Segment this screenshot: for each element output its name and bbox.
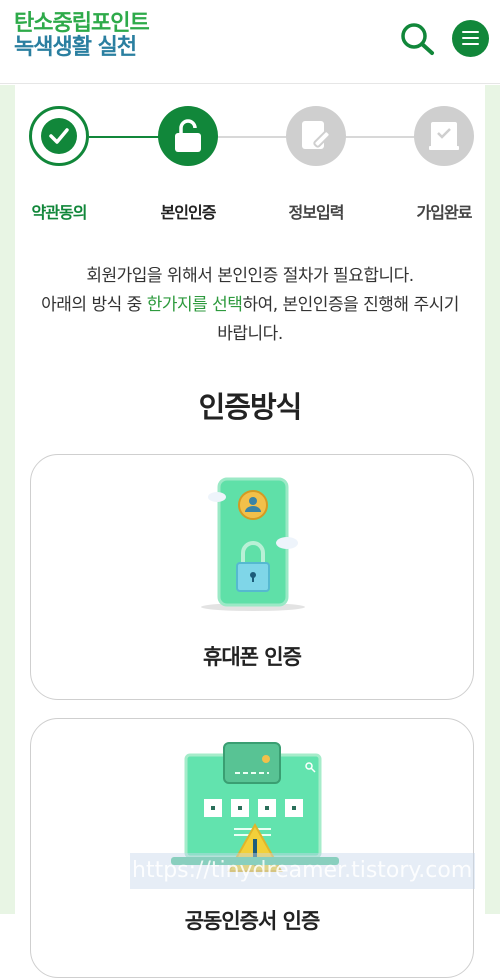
intro-line-1: 회원가입을 위해서 본인인증 절차가 필요합니다. xyxy=(86,266,414,286)
search-icon xyxy=(401,23,434,55)
step-connector xyxy=(217,136,287,138)
section-title: 인증방식 xyxy=(198,390,303,424)
check-icon xyxy=(41,118,77,154)
unlock-icon xyxy=(175,119,201,152)
step-connector xyxy=(89,136,159,138)
intro-line-2-start: 아래의 방식 중 xyxy=(41,295,147,315)
step-4-label: 가입완료 xyxy=(416,203,473,222)
logo-line-1: 탄소중립포인트 xyxy=(14,11,150,36)
phone-verification-title: 휴대폰 인증 xyxy=(203,645,302,669)
step-4-circle xyxy=(414,106,474,166)
watermark: https://tinydreamer.tistory.com xyxy=(130,853,475,889)
step-2-label: 본인인증 xyxy=(160,203,217,222)
hamburger-menu-icon xyxy=(462,43,479,45)
intro-text: 회원가입을 위해서 본인인증 절차가 필요합니다. 아래의 방식 중 한가지를 … xyxy=(20,262,480,349)
document-check-icon xyxy=(429,122,459,150)
step-connector xyxy=(345,136,415,138)
certificate-verification-card[interactable]: 공동인증서 인증 xyxy=(30,718,474,978)
intro-line-2: 아래의 방식 중 한가지를 선택하여, 본인인증을 진행해 주시기 xyxy=(20,291,480,320)
phone-verification-card[interactable]: 휴대폰 인증 xyxy=(30,454,474,700)
step-2-circle xyxy=(158,106,218,166)
intro-highlight: 한가지를 선택 xyxy=(146,295,243,315)
site-logo[interactable]: 탄소중립포인트 녹색생활 실천 xyxy=(14,11,150,60)
step-1-label: 약관동의 xyxy=(31,203,88,222)
step-3-circle xyxy=(286,106,346,166)
step-3-label: 정보입력 xyxy=(288,203,345,222)
intro-line-3: 바랍니다. xyxy=(217,324,283,344)
hamburger-menu-icon xyxy=(462,37,479,39)
logo-line-2: 녹색생활 실천 xyxy=(14,35,137,60)
search-button[interactable] xyxy=(398,20,438,60)
mobile-phone-lock-icon xyxy=(201,477,305,611)
top-header: 탄소중립포인트 녹색생활 실천 xyxy=(0,0,500,84)
step-1-circle xyxy=(29,106,89,166)
certificate-verification-title: 공동인증서 인증 xyxy=(184,909,321,933)
hamburger-menu-icon xyxy=(462,31,479,33)
intro-line-2-end: 하여, 본인인증을 진행해 주시기 xyxy=(242,295,459,315)
edit-icon xyxy=(302,121,331,149)
menu-button[interactable] xyxy=(452,20,489,57)
